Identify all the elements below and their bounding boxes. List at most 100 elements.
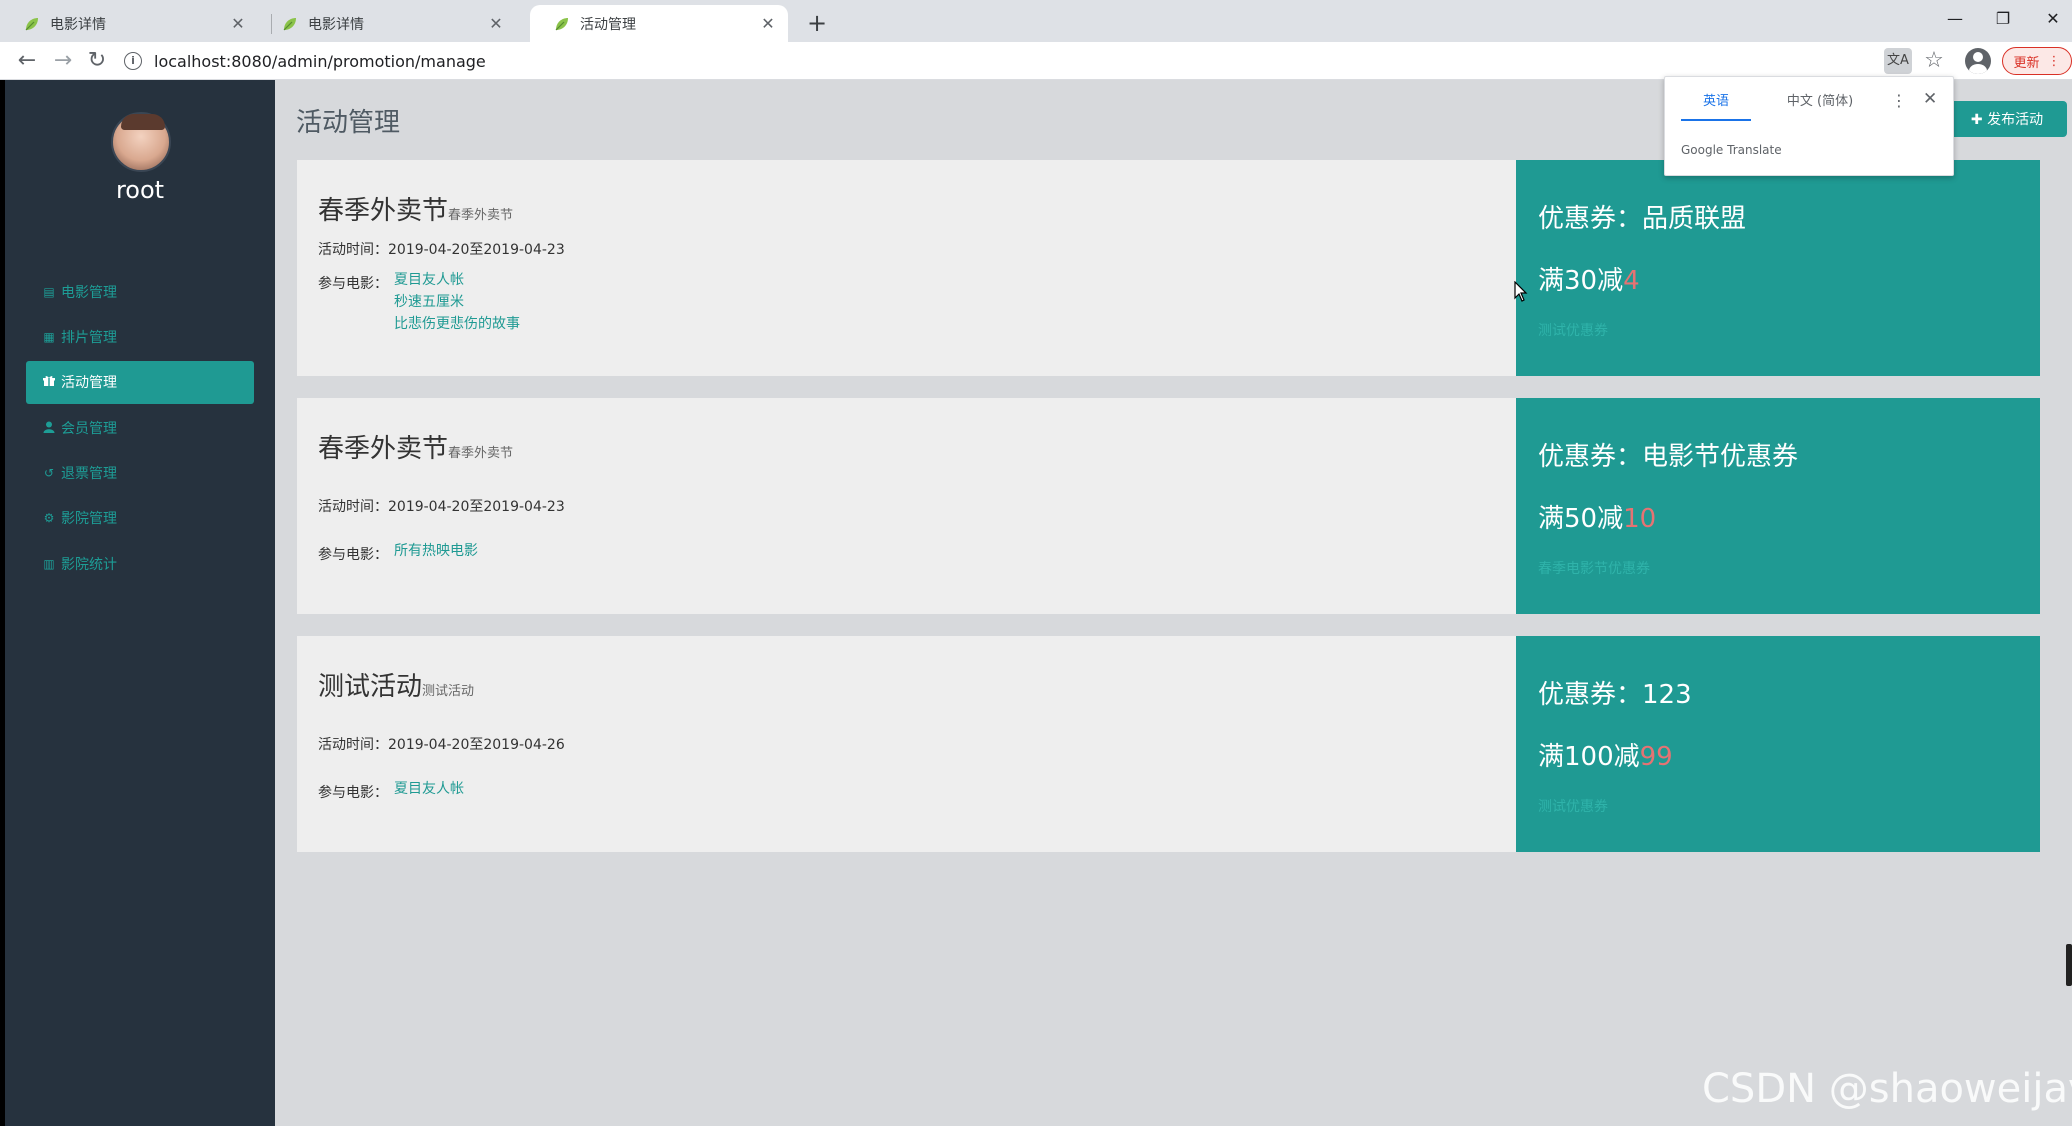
promotion-time-row: 活动时间：2019-04-20至2019-04-23 — [318, 496, 565, 516]
movie-link[interactable]: 所有热映电影 — [394, 540, 478, 562]
sidebar: root ▤ 电影管理 ▦ 排片管理 活动管理 会员管理 ↺ 退票管理 ⚙ 影院… — [5, 80, 275, 1126]
sidebar-menu: ▤ 电影管理 ▦ 排片管理 活动管理 会员管理 ↺ 退票管理 ⚙ 影院管理 ▥ … — [26, 270, 254, 588]
bookmark-star-icon[interactable]: ☆ — [1920, 47, 1948, 75]
promotion-name: 测试活动 — [318, 672, 423, 702]
mouse-cursor-icon — [1514, 281, 1528, 302]
coupon-panel: 优惠券：电影节优惠券 满50减10 春季电影节优惠券 — [1516, 398, 2040, 614]
promotion-info: 测试活动测试活动 活动时间：2019-04-20至2019-04-26 参与电影… — [297, 636, 1516, 852]
sidebar-item-refund-management[interactable]: ↺ 退票管理 — [26, 452, 254, 495]
refund-icon: ↺ — [43, 466, 55, 481]
tab-title: 电影详情 — [308, 16, 364, 33]
coupon-name: 优惠券：123 — [1538, 674, 1692, 711]
coupon-panel: 优惠券：品质联盟 满30减4 测试优惠券 — [1516, 160, 2040, 376]
reload-icon[interactable]: ↻ — [82, 46, 112, 76]
username: root — [115, 176, 165, 204]
coupon-name: 优惠券：品质联盟 — [1538, 198, 1746, 235]
tab-close-icon[interactable]: ✕ — [758, 14, 778, 33]
coupon-panel: 优惠券：123 满100减99 测试优惠券 — [1516, 636, 2040, 852]
profile-avatar-icon[interactable] — [1965, 48, 1991, 74]
promotion-time: 2019-04-20至2019-04-23 — [388, 242, 565, 258]
update-button[interactable]: 更新 ⋮ — [2002, 47, 2072, 75]
close-icon[interactable]: ✕ — [1923, 89, 1937, 109]
promotion-title: 春季外卖节春季外卖节 — [318, 428, 513, 465]
translate-popup: 英语 中文 (简体) ⋮ ✕ Google Translate — [1664, 76, 1954, 176]
sidebar-item-label: 活动管理 — [61, 375, 117, 392]
promotion-info: 春季外卖节春季外卖节 活动时间：2019-04-20至2019-04-23 参与… — [297, 398, 1516, 614]
movie-list: 夏目友人帐 — [394, 778, 464, 800]
watermark: CSDN @shaoweijava — [1702, 1066, 2072, 1112]
chart-icon: ▥ — [43, 556, 55, 571]
movie-link[interactable]: 比悲伤更悲伤的故事 — [394, 313, 520, 335]
scrollbar-thumb[interactable] — [2066, 944, 2072, 986]
url-text: localhost:8080/admin/promotion/manage — [154, 51, 486, 71]
coupon-prefix: 优惠券： — [1538, 442, 1643, 472]
sidebar-item-cinema-management[interactable]: ⚙ 影院管理 — [26, 497, 254, 540]
new-tab-button[interactable]: + — [802, 8, 832, 38]
coupon-description: 测试优惠券 — [1538, 323, 1608, 339]
browser-tab-bar: 电影详情 ✕ 电影详情 ✕ 活动管理 ✕ + — ❐ ✕ — [0, 0, 2072, 42]
discount-amount: 10 — [1623, 504, 1657, 534]
forward-arrow-icon[interactable]: → — [48, 46, 78, 76]
translate-icon[interactable]: 文A — [1884, 48, 1912, 74]
movie-label: 参与电影： — [318, 276, 388, 292]
coupon-description: 测试优惠券 — [1538, 799, 1608, 815]
time-label: 活动时间： — [318, 737, 388, 753]
browser-tab[interactable]: 电影详情 ✕ — [258, 5, 516, 42]
main-content: 活动管理 ✚ 发布活动 春季外卖节春季外卖节 活动时间：2019-04-20至2… — [275, 80, 2072, 1126]
sidebar-item-promotion-management[interactable]: 活动管理 — [26, 360, 254, 404]
movie-link[interactable]: 夏目友人帐 — [394, 269, 520, 291]
translate-brand: Google Translate — [1681, 143, 1782, 157]
sidebar-item-cinema-statistics[interactable]: ▥ 影院统计 — [26, 542, 254, 585]
sidebar-item-label: 影院管理 — [61, 511, 117, 528]
kebab-menu-icon: ⋮ — [2047, 53, 2061, 69]
user-avatar — [111, 112, 171, 172]
promotion-card: 春季外卖节春季外卖节 活动时间：2019-04-20至2019-04-23 参与… — [297, 398, 2040, 614]
promotion-subtitle: 春季外卖节 — [448, 208, 514, 223]
update-label: 更新 — [2013, 55, 2040, 71]
user-icon — [42, 421, 56, 435]
sidebar-item-member-management[interactable]: 会员管理 — [26, 406, 254, 449]
publish-promotion-button[interactable]: ✚ 发布活动 — [1947, 101, 2067, 137]
promotion-title: 春季外卖节春季外卖节 — [318, 190, 513, 227]
movie-label: 参与电影： — [318, 785, 388, 801]
sidebar-item-label: 退票管理 — [61, 466, 117, 483]
coupon-prefix: 优惠券： — [1538, 204, 1643, 234]
gift-icon — [42, 375, 56, 389]
address-bar[interactable]: i localhost:8080/admin/promotion/manage — [124, 46, 1884, 76]
gears-icon: ⚙ — [43, 511, 55, 526]
sidebar-item-label: 会员管理 — [61, 420, 117, 437]
movie-link[interactable]: 夏目友人帐 — [394, 778, 464, 800]
promotion-time-row: 活动时间：2019-04-20至2019-04-26 — [318, 734, 565, 754]
promotion-info: 春季外卖节春季外卖节 活动时间：2019-04-20至2019-04-23 参与… — [297, 160, 1516, 376]
promotion-card: 春季外卖节春季外卖节 活动时间：2019-04-20至2019-04-23 参与… — [297, 160, 2040, 376]
sidebar-item-label: 电影管理 — [61, 284, 117, 301]
tab-title: 电影详情 — [50, 16, 106, 33]
movie-link[interactable]: 秒速五厘米 — [394, 291, 520, 313]
rule-prefix: 满50减 — [1538, 504, 1624, 534]
promotion-name: 春季外卖节 — [318, 434, 449, 464]
time-label: 活动时间： — [318, 499, 388, 515]
back-arrow-icon[interactable]: ← — [12, 46, 42, 76]
leaf-favicon-icon — [25, 17, 38, 30]
promotion-subtitle: 测试活动 — [422, 684, 475, 699]
coupon-description: 春季电影节优惠券 — [1538, 561, 1650, 577]
tab-close-icon[interactable]: ✕ — [486, 14, 506, 33]
coupon-title: 123 — [1642, 680, 1692, 710]
sidebar-item-movie-management[interactable]: ▤ 电影管理 — [26, 270, 254, 313]
translate-tab-source[interactable]: 英语 — [1681, 91, 1751, 121]
sidebar-item-schedule-management[interactable]: ▦ 排片管理 — [26, 315, 254, 358]
maximize-button[interactable]: ❐ — [1980, 4, 2026, 34]
leaf-favicon-icon — [555, 17, 568, 30]
sidebar-item-label: 影院统计 — [61, 556, 117, 573]
movie-label: 参与电影： — [318, 547, 388, 563]
rule-prefix: 满100减 — [1538, 742, 1640, 772]
minimize-button[interactable]: — — [1932, 4, 1978, 34]
browser-tab[interactable]: 电影详情 ✕ — [0, 5, 258, 42]
translate-tab-target[interactable]: 中文 (简体) — [1765, 91, 1875, 121]
browser-tab-active[interactable]: 活动管理 ✕ — [530, 5, 788, 42]
tab-close-icon[interactable]: ✕ — [228, 14, 248, 33]
site-info-icon[interactable]: i — [124, 52, 142, 70]
coupon-prefix: 优惠券： — [1538, 680, 1643, 710]
more-options-icon[interactable]: ⋮ — [1891, 91, 1907, 110]
window-close-button[interactable]: ✕ — [2030, 4, 2072, 34]
